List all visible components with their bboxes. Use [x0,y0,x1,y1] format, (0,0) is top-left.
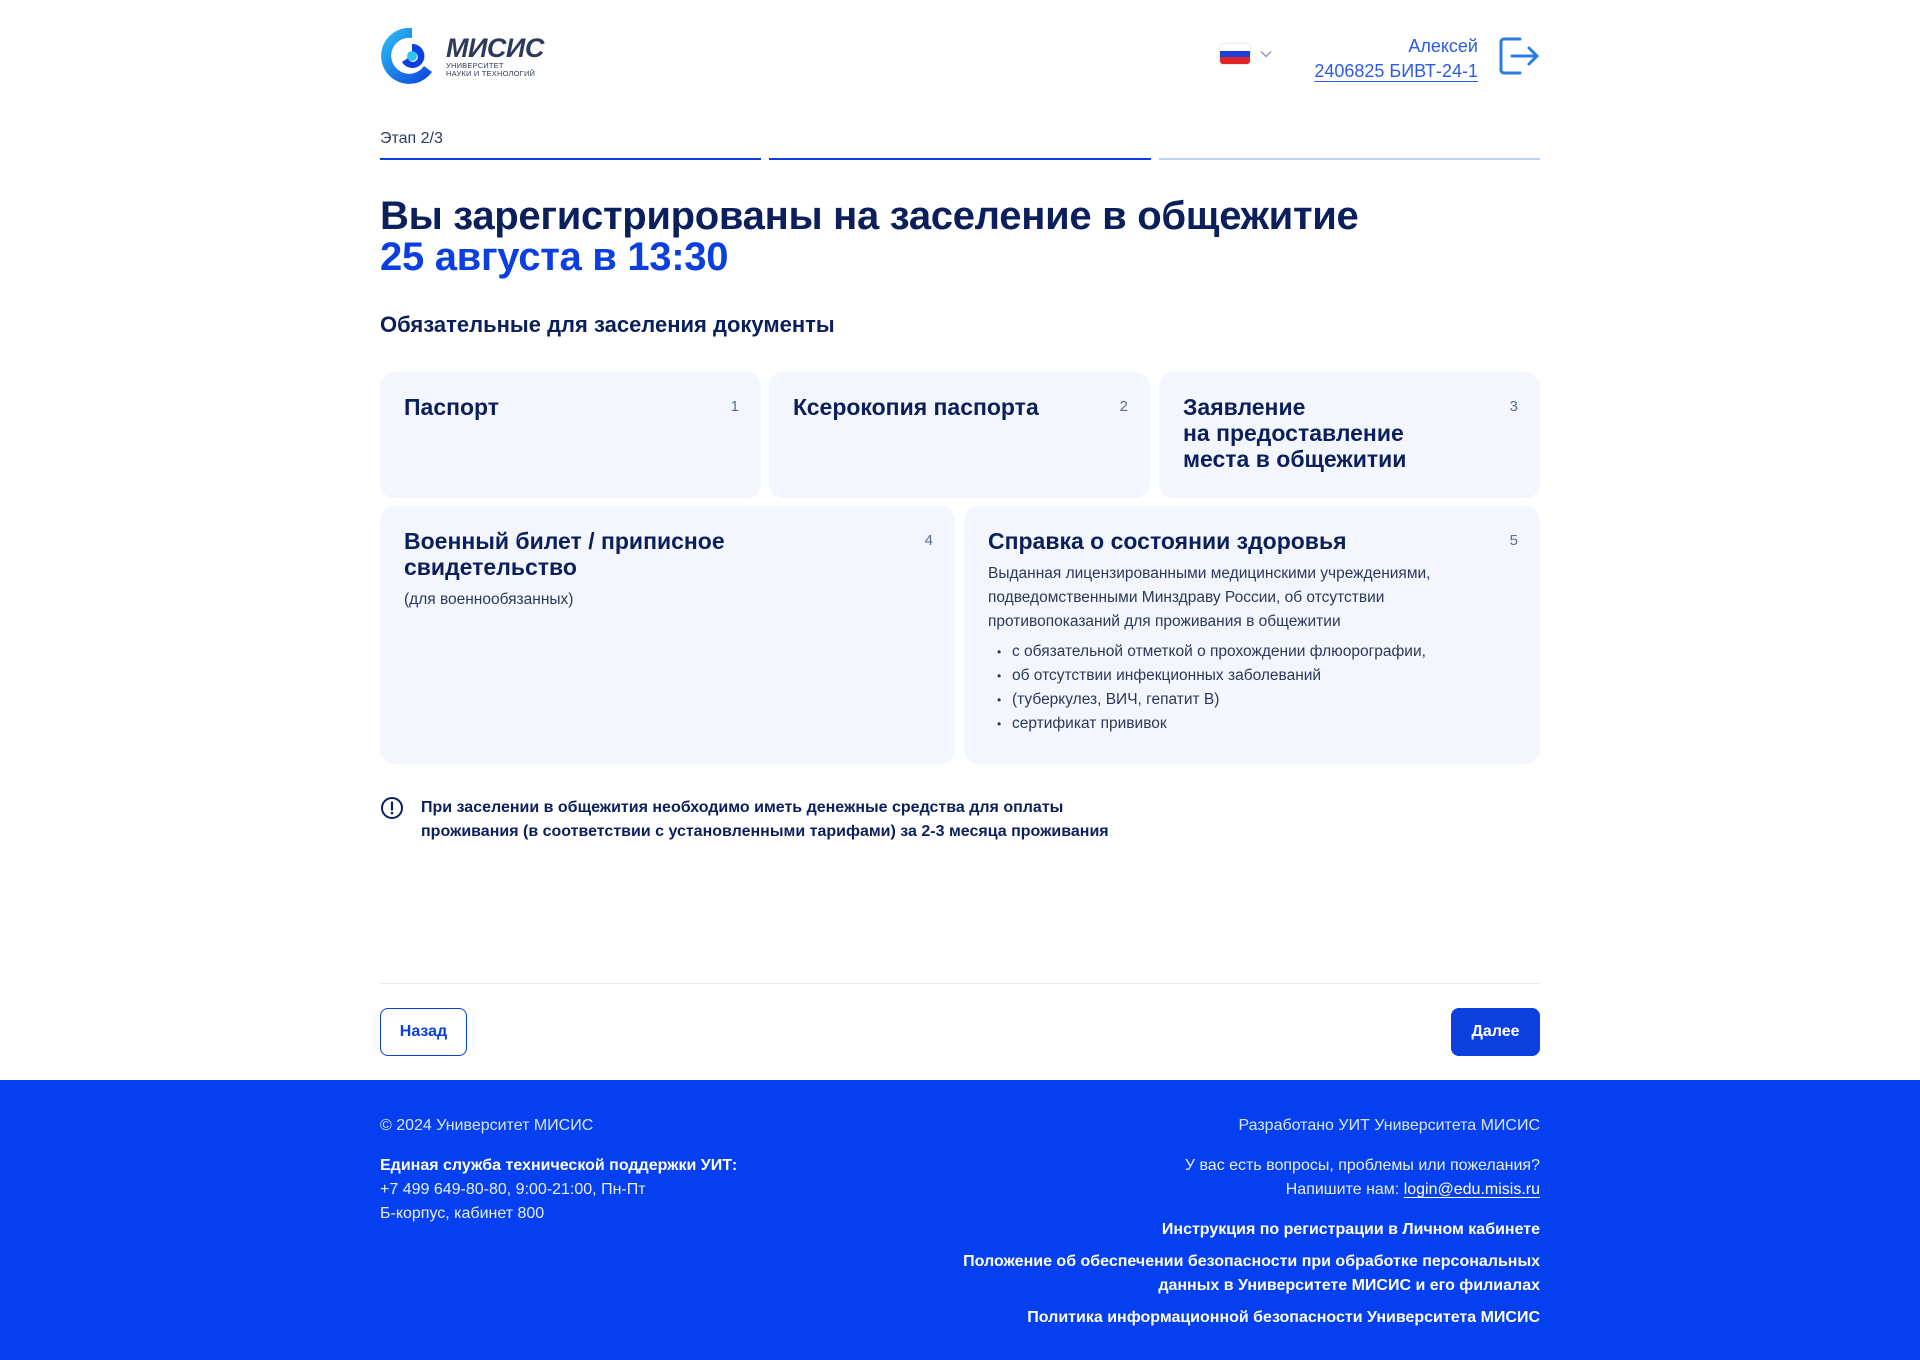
user-student-id[interactable]: 2406825 БИВТ-24-1 [1314,59,1478,84]
footer-contact: Напишите нам: login@edu.misis.ru [940,1178,1540,1202]
notice-line: При заселении в общежития необходимо име… [421,799,1064,816]
step-bar-3 [1158,158,1540,160]
card-title-line: Заявление [1183,394,1306,420]
card-title: Справка о состоянии здоровья [988,528,1347,554]
card-title: Военный билет / приписное свидетельство [404,528,725,580]
support-title: Единая служба технической поддержки УИТ: [380,1157,738,1174]
requirements-list: с обязательной отметкой о прохождении фл… [988,640,1516,736]
footer-left: © 2024 Университет МИСИС Единая служба т… [380,1114,737,1226]
document-card-passport-copy: Ксерокопия паспорта 2 [769,372,1150,498]
list-item-continuation: (туберкулез, ВИЧ, гепатит В) [988,688,1516,712]
user-info[interactable]: Алексей 2406825 БИВТ-24-1 [1314,34,1478,84]
personal-data-policy-link[interactable]: Положение об обеспечении безопасности пр… [940,1250,1540,1298]
card-number: 1 [730,398,739,415]
list-item: сертификат прививок [988,712,1516,736]
card-description-line: подведомственными Минздраву России, об о… [988,589,1385,606]
link-line: Положение об обеспечении безопасности пр… [963,1253,1540,1270]
user-name: Алексей [1408,36,1478,56]
page-title-block: Вы зарегистрированы на заселение в общеж… [380,196,1540,278]
logo-subtitle-line2: НАУКИ И ТЕХНОЛОГИЙ [446,69,536,78]
header: МИСИС УНИВЕРСИТЕТ НАУКИ И ТЕХНОЛОГИЙ Але… [380,24,1540,88]
card-number: 2 [1119,398,1128,415]
footer-question: У вас есть вопросы, проблемы или пожелан… [1184,1157,1540,1174]
document-card-application: Заявление на предоставление места в обще… [1159,372,1540,498]
support-room: Б-корпус, кабинет 800 [380,1205,545,1222]
back-button[interactable]: Назад [380,1008,467,1056]
payment-notice: При заселении в общежития необходимо име… [380,796,1540,844]
registration-instruction-link[interactable]: Инструкция по регистрации в Личном кабин… [940,1218,1540,1242]
footer-right: Разработано УИТ Университета МИСИС У вас… [940,1114,1540,1330]
document-card-passport: Паспорт 1 [380,372,761,498]
notice-text: При заселении в общежития необходимо име… [421,796,1121,844]
university-logo[interactable]: МИСИС УНИВЕРСИТЕТ НАУКИ И ТЕХНОЛОГИЙ [380,24,544,88]
card-number: 5 [1509,532,1518,549]
exclamation-circle-icon [381,797,403,819]
footer-copyright: © 2024 Университет МИСИС [380,1117,594,1134]
step-progress [380,158,1540,160]
page-title: Вы зарегистрированы на заселение в общеж… [380,194,1359,238]
chevron-down-icon [1260,50,1272,58]
write-us-label: Напишите нам: [1285,1181,1404,1198]
card-title: Заявление на предоставление места в обще… [1183,394,1516,472]
next-button[interactable]: Далее [1451,1008,1540,1056]
document-card-health-certificate: Справка о состоянии здоровья 5 Выданная … [964,506,1540,764]
divider [380,983,1540,984]
card-title-line: места в общежитии [1183,446,1407,472]
card-description-line: противопоказаний для проживания в общежи… [988,613,1341,630]
list-item: с обязательной отметкой о прохождении фл… [988,640,1516,664]
card-description-line: Выданная лицензированными медицинскими у… [988,565,1431,582]
link-line: данных в Университете МИСИС и его филиал… [1158,1277,1540,1294]
security-policy-link[interactable]: Политика информационной безопасности Уни… [940,1306,1540,1330]
card-number: 3 [1509,398,1518,415]
notice-line: проживания (в соответствии с установленн… [421,823,1109,840]
footer: © 2024 Университет МИСИС Единая служба т… [0,1080,1920,1360]
step-label: Этап 2/3 [380,130,443,147]
language-selector[interactable] [1220,44,1272,64]
card-title-line: на предоставление [1183,420,1404,446]
russia-flag-icon [1220,44,1250,64]
list-item: об отсутствии инфекционных заболеваний [988,664,1516,688]
card-title: Ксерокопия паспорта [793,394,1039,420]
card-description: Выданная лицензированными медицинскими у… [988,562,1516,634]
card-number: 4 [924,532,933,549]
step-bar-1 [380,158,762,160]
card-title: Паспорт [404,394,500,420]
documents-section-title: Обязательные для заселения документы [380,312,835,337]
logo-name: МИСИС [446,33,544,63]
support-email-link[interactable]: login@edu.misis.ru [1404,1181,1540,1198]
card-description: (для военнообязанных) [404,591,574,608]
logout-icon[interactable] [1498,36,1540,76]
checkin-date: 25 августа в 13:30 [380,235,729,279]
support-phone: +7 499 649-80-80, 9:00-21:00, Пн-Пт [380,1181,646,1198]
misis-logo-icon [381,27,432,84]
step-bar-2 [769,158,1151,160]
document-card-military-id: Военный билет / приписное свидетельство … [380,506,955,764]
stepper: Этап 2/3 [380,130,1540,160]
footer-developer: Разработано УИТ Университета МИСИС [1238,1117,1540,1134]
